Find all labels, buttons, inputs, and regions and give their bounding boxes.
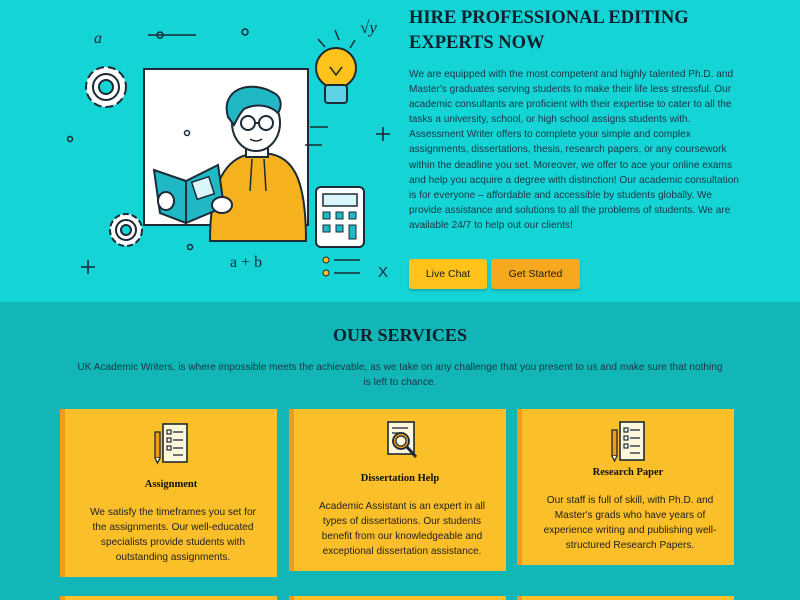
document-magnifier-icon xyxy=(387,421,418,459)
service-card-text: We satisfy the timeframes you set for th… xyxy=(90,507,256,563)
live-chat-button[interactable]: Live Chat xyxy=(409,259,487,289)
illus-a-plus-b: a + b xyxy=(230,254,262,271)
service-card[interactable] xyxy=(517,596,734,600)
service-card-text: Academic Assistant is an expert in all t… xyxy=(318,501,486,557)
service-card-title: Research Paper xyxy=(592,467,664,478)
gear-icon xyxy=(109,213,143,247)
service-card-assignment[interactable]: Assignment We satisfy the timeframes you… xyxy=(60,409,277,577)
illus-sqrt-y: √y xyxy=(360,18,377,37)
service-card-research-paper[interactable]: Research Paper Our staff is full of skil… xyxy=(517,409,734,565)
service-card-text: Our staff is full of skill, with Ph.D. a… xyxy=(543,495,717,551)
lightbulb-icon xyxy=(315,29,357,104)
services-subtitle: UK Academic Writers, is where impossible… xyxy=(77,362,723,388)
checklist-pencil-icon xyxy=(611,421,645,463)
checklist-pencil-icon xyxy=(154,423,188,465)
illus-letter-a: a xyxy=(94,30,102,47)
service-card[interactable] xyxy=(60,596,277,600)
services-title: OUR SERVICES xyxy=(333,325,467,345)
illus-x: X xyxy=(378,264,388,281)
service-card-title: Dissertation Help xyxy=(360,473,440,484)
service-card-dissertation[interactable]: Dissertation Help Academic Assistant is … xyxy=(289,409,506,571)
hero-title: HIRE PROFESSIONAL EDITING EXPERTS NOW xyxy=(409,8,689,53)
get-started-button[interactable]: Get Started xyxy=(491,259,580,289)
service-card[interactable] xyxy=(289,596,506,600)
calculator-icon xyxy=(315,186,365,248)
gear-icon xyxy=(85,66,127,108)
student-reading-illustration: a √y a + b X xyxy=(66,18,390,281)
hero-description: We are equipped with the most competent … xyxy=(409,69,739,231)
service-card-title: Assignment xyxy=(144,479,198,490)
